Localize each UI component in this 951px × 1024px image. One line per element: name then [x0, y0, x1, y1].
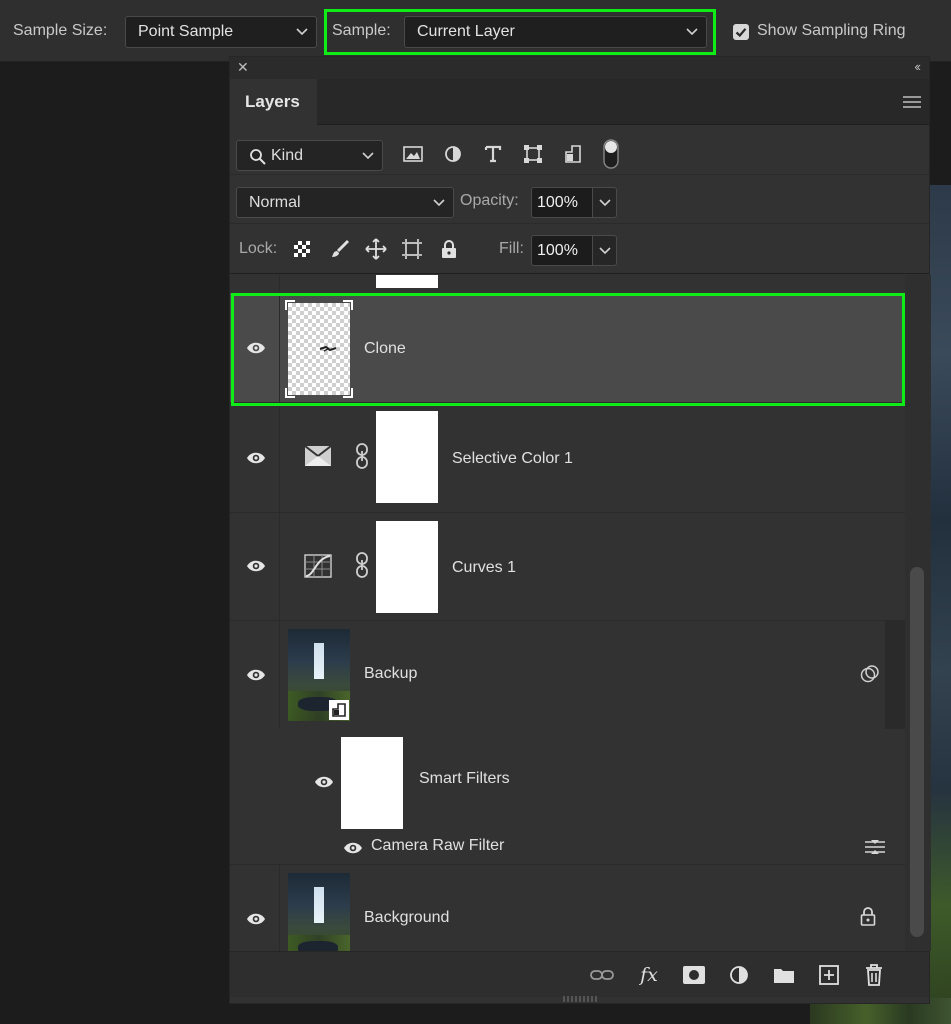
group-collapse-strip: [885, 621, 905, 729]
mask-link-icon[interactable]: [355, 552, 369, 578]
scrollbar-thumb[interactable]: [910, 567, 924, 937]
visibility-eye-icon[interactable]: [246, 912, 266, 926]
add-mask-icon[interactable]: [681, 962, 707, 988]
delete-layer-icon[interactable]: [861, 962, 887, 988]
sample-size-dropdown[interactable]: Point Sample: [125, 16, 317, 48]
panel-title-strip: ✕ ‹‹: [230, 57, 929, 79]
sample-label: Sample:: [332, 22, 391, 39]
layer-name-curves: Curves 1: [452, 559, 517, 576]
smart-object-badge-icon: [329, 700, 349, 720]
smart-filters-mask-thumbnail[interactable]: [341, 737, 403, 829]
visibility-eye-icon[interactable]: [246, 451, 266, 465]
filter-kind-dropdown[interactable]: Kind: [236, 140, 383, 171]
link-layers-icon[interactable]: [589, 962, 615, 988]
show-sampling-ring-label: Show Sampling Ring: [757, 22, 906, 39]
sample-dropdown[interactable]: Current Layer: [404, 16, 707, 48]
panel-resize-grip[interactable]: [563, 996, 597, 1002]
mask-link-icon[interactable]: [355, 443, 369, 469]
chevron-down-icon: [362, 141, 374, 160]
chevron-down-icon: [433, 188, 445, 207]
layer-name-selective-color: Selective Color 1: [452, 450, 573, 467]
fill-dropdown-button[interactable]: [593, 235, 617, 266]
lock-position-icon[interactable]: [364, 237, 388, 261]
eye-column: [230, 275, 280, 291]
lock-row: Lock: Fill: 100%: [230, 224, 929, 274]
lock-artboard-icon[interactable]: [400, 237, 424, 261]
close-icon[interactable]: ✕: [237, 59, 249, 76]
filter-row: Kind: [230, 125, 929, 175]
visibility-eye-icon[interactable]: [343, 841, 363, 855]
visibility-eye-icon[interactable]: [314, 775, 334, 789]
panel-menu-icon[interactable]: [903, 95, 921, 113]
checkmark-icon: [735, 28, 747, 38]
filter-smart-object-icon[interactable]: [560, 142, 586, 166]
layer-mask-thumbnail[interactable]: [376, 521, 438, 613]
layers-panel: ✕ ‹‹ Layers Kind Normal Opacity: 100% Lo…: [229, 56, 931, 1004]
layer-row-selective-color[interactable]: Selective Color 1: [230, 403, 905, 513]
layer-thumbnail: [376, 275, 438, 288]
filter-type-icon[interactable]: [480, 142, 506, 166]
layer-name-background: Background: [364, 909, 450, 926]
layer-row-curves[interactable]: Curves 1: [230, 513, 905, 621]
clone-layer-highlight-box: [231, 293, 905, 406]
smart-filters-indicator-icon[interactable]: [860, 665, 880, 683]
blend-mode-value: Normal: [249, 194, 301, 211]
layer-row-partial[interactable]: [230, 275, 905, 291]
fx-icon[interactable]: fx: [636, 962, 662, 988]
layers-bottom-bar: fx: [230, 951, 929, 997]
lock-image-pixels-icon[interactable]: [328, 237, 352, 261]
filter-kind-label: Kind: [271, 147, 304, 164]
lock-icon: [860, 907, 876, 926]
lock-label: Lock:: [239, 240, 278, 257]
new-group-icon[interactable]: [771, 962, 797, 988]
new-adjustment-layer-icon[interactable]: [726, 962, 752, 988]
curves-adjustment-icon: [304, 554, 332, 578]
visibility-eye-icon[interactable]: [246, 559, 266, 573]
filter-toggle-switch[interactable]: [598, 138, 624, 170]
blend-row: Normal Opacity: 100%: [230, 176, 929, 224]
options-bar: Sample Size: Point Sample Sample: Curren…: [0, 0, 951, 62]
chevron-down-icon: [598, 247, 611, 255]
selective-color-adjustment-icon: [304, 445, 332, 466]
chevron-down-icon: [598, 199, 611, 207]
filter-adjustment-icon[interactable]: [440, 142, 466, 166]
opacity-label: Opacity:: [460, 192, 519, 209]
chevron-down-icon: [296, 17, 308, 36]
layer-thumbnail: [288, 873, 350, 951]
new-layer-icon[interactable]: [816, 962, 842, 988]
opacity-input[interactable]: 100%: [531, 187, 593, 218]
layer-name-backup: Backup: [364, 665, 418, 682]
smart-filters-label: Smart Filters: [419, 770, 510, 787]
tab-layers[interactable]: Layers: [230, 79, 317, 125]
blend-mode-dropdown[interactable]: Normal: [236, 187, 454, 218]
sample-size-value: Point Sample: [138, 23, 234, 40]
filter-name-camera-raw[interactable]: Camera Raw Filter: [371, 837, 504, 855]
panel-tab-bar: Layers: [230, 79, 929, 125]
sample-size-label: Sample Size:: [13, 22, 108, 39]
show-sampling-ring-checkbox[interactable]: [733, 24, 749, 40]
fill-label: Fill:: [499, 240, 524, 257]
search-icon: [250, 149, 266, 165]
eye-column: [230, 865, 280, 951]
filter-pixel-icon[interactable]: [400, 142, 426, 166]
layer-row-background[interactable]: Background: [230, 865, 905, 951]
sample-value: Current Layer: [417, 23, 515, 40]
canvas-photo: [930, 185, 951, 1024]
lock-transparent-pixels-icon[interactable]: [290, 237, 314, 261]
layer-mask-thumbnail[interactable]: [376, 411, 438, 503]
visibility-eye-icon[interactable]: [246, 668, 266, 682]
collapse-icon[interactable]: ‹‹: [914, 59, 921, 74]
opacity-dropdown-button[interactable]: [593, 187, 617, 218]
chevron-down-icon: [686, 17, 698, 36]
lock-all-icon[interactable]: [437, 237, 461, 261]
layer-row-backup[interactable]: Backup Smart Filters Camera Raw Filter: [230, 621, 905, 865]
filter-shape-icon[interactable]: [520, 142, 546, 166]
fill-input[interactable]: 100%: [531, 235, 593, 266]
filter-blending-options-icon[interactable]: [864, 839, 886, 855]
